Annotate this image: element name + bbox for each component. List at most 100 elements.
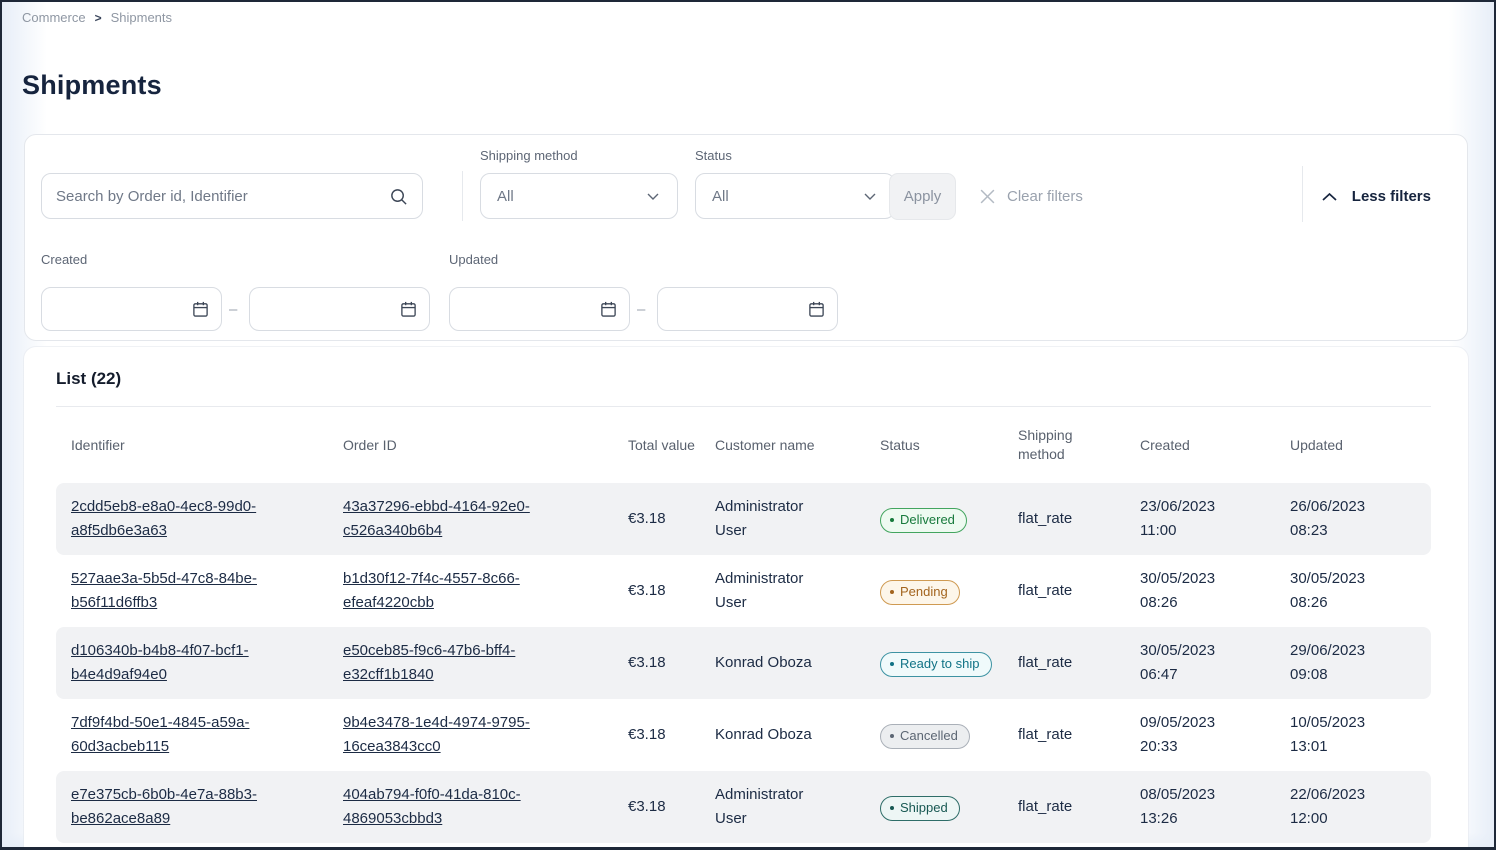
status-badge-label: Cancelled [900, 728, 958, 744]
shipping-method-select[interactable]: All [480, 173, 678, 219]
order-id-link[interactable]: b1d30f12-7f4c-4557-8c66-efeaf4220cbb [343, 567, 555, 615]
total-value: €3.18 [628, 795, 715, 819]
calendar-icon[interactable] [400, 300, 417, 318]
updated-filter-label: Updated [449, 252, 498, 267]
less-filters-toggle[interactable]: Less filters [1321, 173, 1431, 220]
calendar-icon[interactable] [600, 300, 617, 318]
status-label: Status [695, 148, 732, 163]
shipping-method-value: All [497, 188, 514, 205]
customer-name: Konrad Oboza [715, 651, 812, 675]
breadcrumb-separator: > [95, 11, 102, 25]
created-at: 08/05/2023 13:26 [1140, 783, 1228, 831]
col-header-order-id: Order ID [343, 436, 628, 455]
divider [1302, 166, 1303, 222]
filter-row-primary: Shipping method All Status All Apply Cl [25, 135, 1467, 245]
calendar-icon[interactable] [808, 300, 825, 318]
total-value: €3.18 [628, 507, 715, 531]
table-body: 2cdd5eb8-e8a0-4ec8-99d0-a8f5db6e3a63 43a… [56, 483, 1431, 843]
range-dash: – [229, 301, 237, 318]
col-header-status: Status [880, 436, 1018, 455]
list-title: List (22) [56, 369, 1431, 389]
col-header-total-value: Total value [628, 436, 715, 455]
status-badge: Pending [880, 580, 960, 605]
table-row: d106340b-b4b8-4f07-bcf1-b4e4d9af94e0 e50… [56, 627, 1431, 699]
status-badge-label: Shipped [900, 800, 948, 816]
shipments-page: Commerce > Shipments Shipments Shipping … [0, 0, 1496, 850]
order-id-link[interactable]: e50ceb85-f9c6-47b6-bff4-e32cff1b1840 [343, 639, 555, 687]
created-at: 30/05/2023 06:47 [1140, 639, 1228, 687]
updated-at: 29/06/2023 09:08 [1290, 639, 1378, 687]
identifier-link[interactable]: 527aae3a-5b5d-47c8-84be-b56f11d6ffb3 [71, 567, 283, 615]
status-dot-icon [890, 806, 894, 810]
status-badge-label: Ready to ship [900, 656, 980, 672]
updated-from-input[interactable] [462, 288, 592, 330]
shipping-method: flat_rate [1018, 795, 1140, 819]
table-row: 7df9f4bd-50e1-4845-a59a-60d3acbeb115 9b4… [56, 699, 1431, 771]
created-at: 23/06/2023 11:00 [1140, 495, 1228, 543]
shipping-method-label: Shipping method [480, 148, 578, 163]
identifier-link[interactable]: 2cdd5eb8-e8a0-4ec8-99d0-a8f5db6e3a63 [71, 495, 283, 543]
created-to-field [249, 287, 430, 331]
filter-row-dates: Created – Updated [25, 245, 1467, 341]
updated-to-input[interactable] [670, 288, 800, 330]
apply-button[interactable]: Apply [889, 173, 956, 220]
search-input[interactable] [56, 188, 389, 205]
table-row: e7e375cb-6b0b-4e7a-88b3-be862ace8a89 404… [56, 771, 1431, 843]
total-value: €3.18 [628, 579, 715, 603]
status-value: All [712, 188, 729, 205]
created-at: 30/05/2023 08:26 [1140, 567, 1228, 615]
shipping-method: flat_rate [1018, 507, 1140, 531]
created-filter-label: Created [41, 252, 87, 267]
shipping-method: flat_rate [1018, 651, 1140, 675]
status-badge: Ready to ship [880, 652, 992, 677]
col-header-identifier: Identifier [56, 436, 343, 455]
table-row: 527aae3a-5b5d-47c8-84be-b56f11d6ffb3 b1d… [56, 555, 1431, 627]
col-header-updated: Updated [1290, 436, 1416, 455]
table-header-row: Identifier Order ID Total value Customer… [56, 407, 1431, 483]
total-value: €3.18 [628, 723, 715, 747]
customer-name: Administrator User [715, 783, 821, 831]
shipping-method: flat_rate [1018, 723, 1140, 747]
status-dot-icon [890, 590, 894, 594]
created-from-input[interactable] [54, 288, 184, 330]
updated-at: 10/05/2023 13:01 [1290, 711, 1378, 759]
range-dash: – [637, 301, 645, 318]
created-to-input[interactable] [262, 288, 392, 330]
breadcrumb-shipments: Shipments [111, 10, 172, 25]
updated-at: 26/06/2023 08:23 [1290, 495, 1378, 543]
identifier-link[interactable]: e7e375cb-6b0b-4e7a-88b3-be862ace8a89 [71, 783, 283, 831]
page-title: Shipments [22, 70, 162, 101]
order-id-link[interactable]: 404ab794-f0f0-41da-810c-4869053cbbd3 [343, 783, 555, 831]
chevron-down-icon [862, 188, 878, 204]
created-at: 09/05/2023 20:33 [1140, 711, 1228, 759]
identifier-link[interactable]: d106340b-b4b8-4f07-bcf1-b4e4d9af94e0 [71, 639, 283, 687]
status-badge: Cancelled [880, 724, 970, 749]
updated-to-field [657, 287, 838, 331]
col-header-shipping-method: Shipping method [1018, 426, 1140, 464]
col-header-created: Created [1140, 436, 1290, 455]
divider [462, 171, 463, 221]
customer-name: Administrator User [715, 567, 821, 615]
updated-from-field [449, 287, 630, 331]
table-row: 2cdd5eb8-e8a0-4ec8-99d0-a8f5db6e3a63 43a… [56, 483, 1431, 555]
status-select[interactable]: All [695, 173, 895, 219]
chevron-up-icon [1321, 191, 1338, 203]
status-badge-label: Delivered [900, 512, 955, 528]
search-icon[interactable] [389, 187, 408, 206]
identifier-link[interactable]: 7df9f4bd-50e1-4845-a59a-60d3acbeb115 [71, 711, 283, 759]
updated-at: 30/05/2023 08:26 [1290, 567, 1378, 615]
order-id-link[interactable]: 9b4e3478-1e4d-4974-9795-16cea3843cc0 [343, 711, 555, 759]
created-from-field [41, 287, 222, 331]
status-dot-icon [890, 662, 894, 666]
col-header-customer-name: Customer name [715, 436, 880, 455]
close-icon [979, 188, 996, 205]
clear-filters-button[interactable]: Clear filters [979, 173, 1083, 220]
status-badge: Delivered [880, 508, 967, 533]
total-value: €3.18 [628, 651, 715, 675]
customer-name: Konrad Oboza [715, 723, 812, 747]
calendar-icon[interactable] [192, 300, 209, 318]
status-badge: Shipped [880, 796, 960, 821]
breadcrumb-commerce[interactable]: Commerce [22, 10, 86, 25]
order-id-link[interactable]: 43a37296-ebbd-4164-92e0-c526a340b6b4 [343, 495, 555, 543]
updated-at: 22/06/2023 12:00 [1290, 783, 1378, 831]
